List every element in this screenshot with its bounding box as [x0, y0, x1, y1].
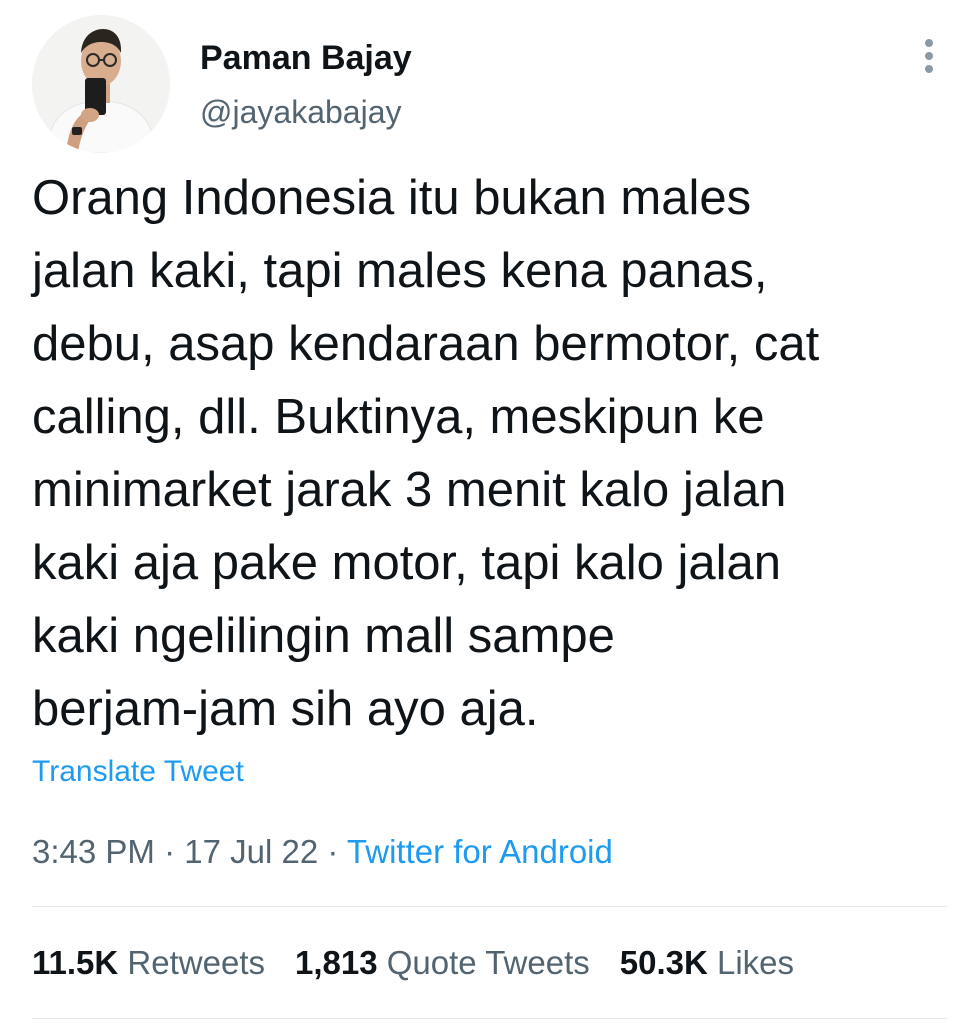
- retweets-stat[interactable]: 11.5K Retweets: [32, 940, 265, 986]
- avatar-photo: [32, 15, 170, 153]
- display-name[interactable]: Paman Bajay: [200, 38, 412, 78]
- divider: [32, 906, 947, 907]
- tweet-stats: 11.5K Retweets 1,813 Quote Tweets 50.3K Li…: [32, 940, 824, 986]
- meta-separator: ·: [318, 833, 347, 870]
- likes-stat[interactable]: 50.3K Likes: [620, 940, 794, 986]
- more-vertical-icon: [925, 39, 933, 73]
- tweet-time[interactable]: 3:43 PM: [32, 833, 155, 870]
- likes-label: Likes: [717, 944, 795, 981]
- divider: [32, 1018, 947, 1019]
- retweets-label: Retweets: [127, 944, 265, 981]
- more-options-button[interactable]: [910, 36, 948, 76]
- avatar[interactable]: [32, 15, 170, 153]
- quote-tweets-count: 1,813: [294, 944, 378, 981]
- tweet-source-link[interactable]: Twitter for Android: [347, 833, 613, 870]
- tweet-text: Orang Indonesia itu bukan males jalan ka…: [32, 171, 820, 736]
- likes-count: 50.3K: [619, 944, 708, 981]
- meta-separator: ·: [154, 833, 185, 870]
- tweet-meta: 3:43 PM · 17 Jul 22 · Twitter for Androi…: [32, 830, 613, 874]
- quote-tweets-stat[interactable]: 1,813 Quote Tweets: [295, 940, 590, 986]
- translate-tweet-link[interactable]: Translate Tweet: [32, 752, 244, 792]
- quote-tweets-label: Quote Tweets: [386, 944, 590, 981]
- user-handle[interactable]: @jayakabajay: [200, 92, 401, 132]
- tweet-date[interactable]: 17 Jul 22: [184, 833, 318, 870]
- retweets-count: 11.5K: [32, 944, 119, 981]
